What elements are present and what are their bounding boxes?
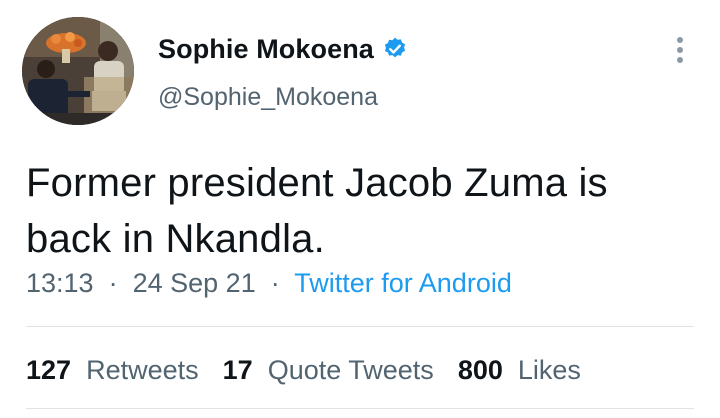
tweet-card: Sophie Mokoena @Sophie_Mokoena Former pr… xyxy=(0,0,720,418)
more-dot xyxy=(677,37,683,43)
retweets-stat[interactable]: 127 Retweets xyxy=(26,355,199,386)
avatar-image xyxy=(22,17,134,125)
tweet-time[interactable]: 13:13 xyxy=(26,268,94,298)
quote-tweets-label: Quote Tweets xyxy=(267,355,434,385)
quote-tweets-stat[interactable]: 17 Quote Tweets xyxy=(223,355,434,386)
likes-stat[interactable]: 800 Likes xyxy=(458,355,581,386)
more-dot xyxy=(677,57,683,63)
likes-label: Likes xyxy=(517,355,581,385)
tweet-meta: 13:13 · 24 Sep 21 · Twitter for Android xyxy=(26,268,512,299)
tweet-source-link[interactable]: Twitter for Android xyxy=(294,268,512,298)
display-name[interactable]: Sophie Mokoena xyxy=(158,34,374,65)
verified-badge-icon xyxy=(382,36,408,62)
meta-separator: · xyxy=(101,268,126,298)
avatar[interactable] xyxy=(22,17,134,125)
divider xyxy=(26,408,694,409)
tweet-stats: 127 Retweets 17 Quote Tweets 800 Likes xyxy=(26,355,605,386)
more-options-icon[interactable] xyxy=(668,30,692,70)
tweet-text: Former president Jacob Zuma is back in N… xyxy=(26,161,608,261)
meta-separator: · xyxy=(263,268,288,298)
more-dot xyxy=(677,47,683,53)
divider xyxy=(26,326,694,327)
likes-count: 800 xyxy=(457,355,511,385)
quote-tweets-count: 17 xyxy=(222,355,261,385)
tweet-date[interactable]: 24 Sep 21 xyxy=(133,268,256,298)
user-handle[interactable]: @Sophie_Mokoena xyxy=(158,83,378,112)
retweets-label: Retweets xyxy=(86,355,199,385)
retweets-count: 127 xyxy=(26,355,79,385)
display-name-row: Sophie Mokoena xyxy=(158,32,408,66)
